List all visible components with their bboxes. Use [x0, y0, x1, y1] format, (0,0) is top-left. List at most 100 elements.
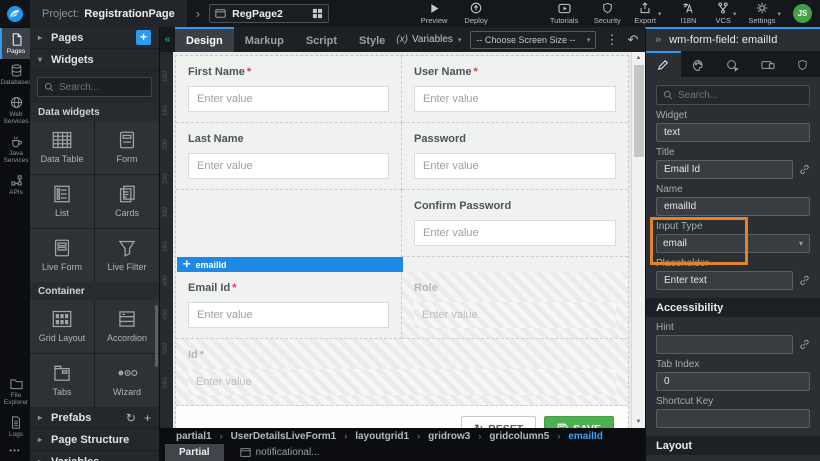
- accessibility-section-header[interactable]: Accessibility: [646, 298, 820, 317]
- placeholder-input[interactable]: [656, 271, 793, 290]
- widget-type-input[interactable]: [656, 123, 810, 142]
- form-field-password[interactable]: Password: [402, 123, 628, 190]
- user-avatar[interactable]: JS: [793, 4, 812, 23]
- scroll-down-icon[interactable]: ▼: [632, 416, 645, 428]
- add-page-button[interactable]: +: [136, 30, 151, 45]
- breadcrumb-item[interactable]: UserDetailsLiveForm1: [231, 431, 337, 442]
- breadcrumb-item[interactable]: partial1: [176, 431, 212, 442]
- form-field-confirm-password[interactable]: Confirm Password: [402, 190, 628, 257]
- form-field-firstname[interactable]: First Name*: [176, 56, 402, 123]
- name-input[interactable]: [656, 197, 810, 216]
- emailid-input[interactable]: [188, 302, 389, 328]
- bind-link-icon[interactable]: [799, 275, 810, 286]
- property-search-input[interactable]: [678, 90, 803, 101]
- export-button[interactable]: Export ▾: [628, 2, 667, 25]
- kebab-menu-icon[interactable]: ⋮: [605, 33, 618, 46]
- widget-tile-grid-layout[interactable]: Grid Layout: [30, 300, 94, 353]
- variables-section-header[interactable]: ▸ Variables: [30, 451, 159, 461]
- tab-style[interactable]: Style: [348, 27, 396, 52]
- bind-link-icon[interactable]: [799, 164, 810, 175]
- live-form-widget[interactable]: First Name* User Name* Last Name: [175, 55, 629, 454]
- form-field-role[interactable]: Role: [402, 272, 628, 339]
- tab-index-input[interactable]: [656, 372, 810, 391]
- widget-tile-wizard[interactable]: Wizard: [95, 354, 159, 407]
- pages-section-header[interactable]: ▸ Pages +: [30, 27, 159, 49]
- vcs-button[interactable]: VCS ▾: [709, 2, 742, 25]
- title-input[interactable]: [656, 160, 793, 179]
- widget-tile-list[interactable]: List: [30, 175, 94, 228]
- page-selector[interactable]: RegPage2: [209, 4, 329, 23]
- page-structure-section-header[interactable]: ▸ Page Structure: [30, 429, 159, 451]
- firstname-input[interactable]: [188, 86, 389, 112]
- wavemaker-logo[interactable]: [0, 0, 30, 27]
- tutorials-button[interactable]: Tutorials: [543, 3, 585, 25]
- breadcrumb-item[interactable]: gridcolumn5: [489, 431, 549, 442]
- property-search[interactable]: [656, 85, 810, 105]
- tab-security-rules[interactable]: [785, 51, 820, 77]
- variables-dropdown[interactable]: (x) Variables ▾: [396, 34, 461, 45]
- password-input[interactable]: [414, 153, 616, 179]
- breadcrumb-item-active[interactable]: emailId: [568, 431, 602, 442]
- tab-markup[interactable]: Markup: [234, 27, 295, 52]
- id-input[interactable]: [188, 369, 616, 395]
- bind-link-icon[interactable]: [799, 339, 810, 350]
- tab-notification[interactable]: notificational...: [226, 444, 334, 461]
- widget-tile-accordion[interactable]: Accordion: [95, 300, 159, 353]
- form-field-username[interactable]: User Name*: [402, 56, 628, 123]
- sidebar-item-java-services[interactable]: Java Services: [0, 130, 30, 169]
- deploy-button[interactable]: Deploy: [455, 2, 497, 25]
- palette-scrollbar-thumb[interactable]: [155, 305, 158, 367]
- lastname-input[interactable]: [188, 153, 389, 179]
- project-chip[interactable]: Project: RegistrationPage: [30, 0, 187, 27]
- tab-inspect[interactable]: [716, 51, 751, 77]
- tab-properties[interactable]: [646, 51, 681, 77]
- sidebar-item-pages[interactable]: Pages: [0, 28, 30, 59]
- shortcut-key-input[interactable]: [656, 409, 810, 428]
- design-canvas[interactable]: First Name* User Name* Last Name: [173, 52, 631, 428]
- sidebar-item-web-services[interactable]: Web Services: [0, 91, 30, 130]
- collapse-panel-icon[interactable]: »: [655, 34, 661, 46]
- preview-button[interactable]: Preview: [413, 3, 455, 25]
- widget-search[interactable]: [37, 77, 152, 97]
- refresh-prefabs-icon[interactable]: ↻: [126, 411, 136, 425]
- widget-tile-live-form[interactable]: Live Form: [30, 229, 94, 282]
- sidebar-item-file-explorer[interactable]: File Explorer: [0, 373, 30, 411]
- sidebar-item-apis[interactable]: APIs: [0, 169, 30, 200]
- role-input[interactable]: [414, 302, 616, 328]
- input-type-select[interactable]: email ▾: [656, 234, 810, 253]
- hint-input[interactable]: [656, 335, 793, 354]
- screen-size-select[interactable]: -- Choose Screen Size -- ▾: [470, 31, 596, 49]
- confirm-password-input[interactable]: [414, 220, 616, 246]
- add-prefab-icon[interactable]: +: [144, 411, 151, 425]
- username-input[interactable]: [414, 86, 616, 112]
- i18n-button[interactable]: I18N: [667, 2, 709, 25]
- breadcrumb-item[interactable]: layoutgrid1: [355, 431, 409, 442]
- collapse-palette-button[interactable]: «: [160, 27, 175, 52]
- undo-icon[interactable]: ↶: [627, 33, 638, 46]
- scrollbar-thumb[interactable]: [634, 65, 644, 157]
- widget-tile-form[interactable]: Form: [95, 121, 159, 174]
- widget-tile-live-filter[interactable]: Live Filter: [95, 229, 159, 282]
- tab-design[interactable]: Design: [175, 27, 234, 52]
- settings-button[interactable]: Settings ▾: [742, 2, 787, 25]
- prefabs-section-header[interactable]: ▸ Prefabs ↻ +: [30, 407, 159, 429]
- canvas-scrollbar[interactable]: ▲ ▼: [631, 52, 645, 428]
- widget-tile-data-table[interactable]: Data Table: [30, 121, 94, 174]
- widget-tile-tabs[interactable]: Tabs: [30, 354, 94, 407]
- breadcrumb-item[interactable]: gridrow3: [428, 431, 470, 442]
- tab-partial[interactable]: Partial: [165, 444, 224, 461]
- more-options-icon[interactable]: •••: [0, 442, 30, 461]
- security-button[interactable]: Security: [586, 2, 628, 25]
- form-field-lastname[interactable]: Last Name: [176, 123, 402, 190]
- form-field-id[interactable]: Id*: [176, 339, 628, 406]
- sidebar-item-databases[interactable]: Databases: [0, 59, 30, 90]
- scroll-up-icon[interactable]: ▲: [632, 52, 645, 64]
- form-field-emailid[interactable]: Email Id*: [176, 272, 402, 339]
- widget-search-input[interactable]: [59, 82, 145, 93]
- widget-tile-cards[interactable]: Cards: [95, 175, 159, 228]
- layout-section-header[interactable]: Layout: [646, 436, 820, 455]
- sidebar-item-logs[interactable]: Logs: [0, 411, 30, 442]
- selected-widget-bar[interactable]: ✛ emailId: [177, 257, 403, 272]
- tab-script[interactable]: Script: [295, 27, 348, 52]
- tab-styles[interactable]: [681, 51, 716, 77]
